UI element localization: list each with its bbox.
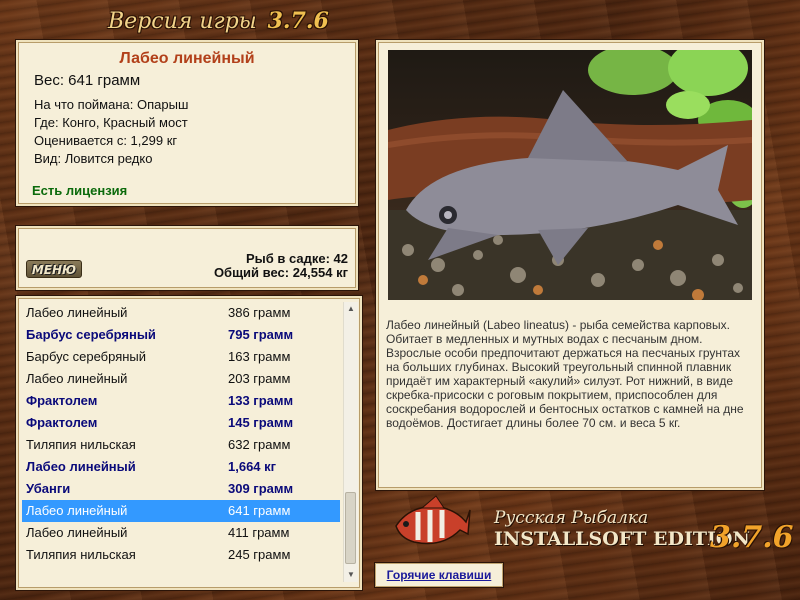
menu-button[interactable]: МЕНЮ [26,260,82,278]
list-item-name: Лабео линейный [26,371,128,386]
brand-version: 3.7.6 [710,520,794,555]
list-scrollbar[interactable]: ▲ ▼ [343,302,358,582]
catch-info-panel: Лабео линейный Вес: 641 грамм На что пой… [16,40,358,206]
list-item-name: Лабео линейный [26,305,128,320]
list-item-weight: 386 грамм [228,305,291,320]
kind-info: Вид: Ловится редко [34,151,153,166]
list-item[interactable]: Лабео линейный 1,664 кг [22,456,340,478]
list-item[interactable]: Лабео линейный 641 грамм [22,500,340,522]
list-item-weight: 641 грамм [228,503,291,518]
fish-list-panel: Лабео линейный 386 грамм Барбус серебряный… [16,296,362,590]
scroll-thumb[interactable] [345,492,356,564]
fish-name: Лабео линейный [119,50,255,67]
rated-info: Оценивается с: 1,299 кг [34,133,178,148]
list-item-name: Лабео линейный [26,503,128,518]
list-item-weight: 133 грамм [228,393,294,408]
arrow-down-icon[interactable]: ▼ [344,568,358,582]
list-item-weight: 203 грамм [228,371,291,386]
list-item-weight: 245 грамм [228,547,291,562]
fish-logo-icon [395,495,471,545]
brand-title: Русская Рыбалка [494,508,649,528]
list-item-name: Тиляпия нильская [26,547,136,562]
keepnet-panel: МЕНЮ Рыб в садке: 42 Общий вес: 24,554 к… [16,226,358,290]
fish-description: Лабео линейный (Labeo lineatus) - рыба с… [386,318,744,430]
list-item[interactable]: Лабео линейный 386 грамм [22,302,340,324]
list-item[interactable]: Убанги 309 грамм [22,478,340,500]
arrow-up-icon[interactable]: ▲ [344,302,358,316]
list-item-name: Тиляпия нильская [26,437,136,452]
list-item[interactable]: Тиляпия нильская 245 грамм [22,544,340,566]
keepnet-count: Рыб в садке: 42 [245,251,348,266]
list-item-name: Барбус серебряный [26,327,156,342]
place-info: Где: Конго, Красный мост [34,115,188,130]
game-version-title: Версия игры 3.7.6 [108,8,329,34]
list-item[interactable]: Барбус серебряный 163 грамм [22,346,340,368]
list-item-weight: 145 грамм [228,415,294,430]
bait-info: На что поймана: Опарыш [34,97,189,112]
hotkeys-link[interactable]: Горячие клавиши [374,562,504,588]
fish-photo-panel: Лабео линейный (Labeo lineatus) - рыба с… [376,40,764,490]
list-item-weight: 795 грамм [228,327,294,342]
fish-weight: Вес: 641 грамм [34,72,141,89]
list-item-name: Убанги [26,481,71,496]
list-item[interactable]: Тиляпия нильская 632 грамм [22,434,340,456]
fish-illustration [388,50,752,300]
list-item-weight: 411 грамм [228,525,290,540]
list-item[interactable]: Фрактолем 133 грамм [22,390,340,412]
list-item-name: Фрактолем [26,415,98,430]
list-item-weight: 1,664 кг [228,459,277,474]
list-item-name: Барбус серебряный [26,349,147,364]
license-status: Есть лицензия [32,183,128,198]
list-item-name: Фрактолем [26,393,98,408]
list-item-weight: 632 грамм [228,437,291,452]
list-item-name: Лабео линейный [26,525,128,540]
list-item[interactable]: Лабео линейный 411 грамм [22,522,340,544]
title-version: 3.7.6 [267,8,329,34]
list-item[interactable]: Фрактолем 145 грамм [22,412,340,434]
list-item-weight: 309 грамм [228,481,294,496]
list-item-weight: 163 грамм [228,349,291,364]
list-item-name: Лабео линейный [26,459,136,474]
title-text: Версия игры [108,9,257,34]
keepnet-total-weight: Общий вес: 24,554 кг [213,265,348,280]
fish-photo [388,50,752,300]
fish-list[interactable]: Лабео линейный 386 грамм Барбус серебряный… [22,302,340,566]
list-item[interactable]: Барбус серебряный 795 грамм [22,324,340,346]
list-item[interactable]: Лабео линейный 203 грамм [22,368,340,390]
